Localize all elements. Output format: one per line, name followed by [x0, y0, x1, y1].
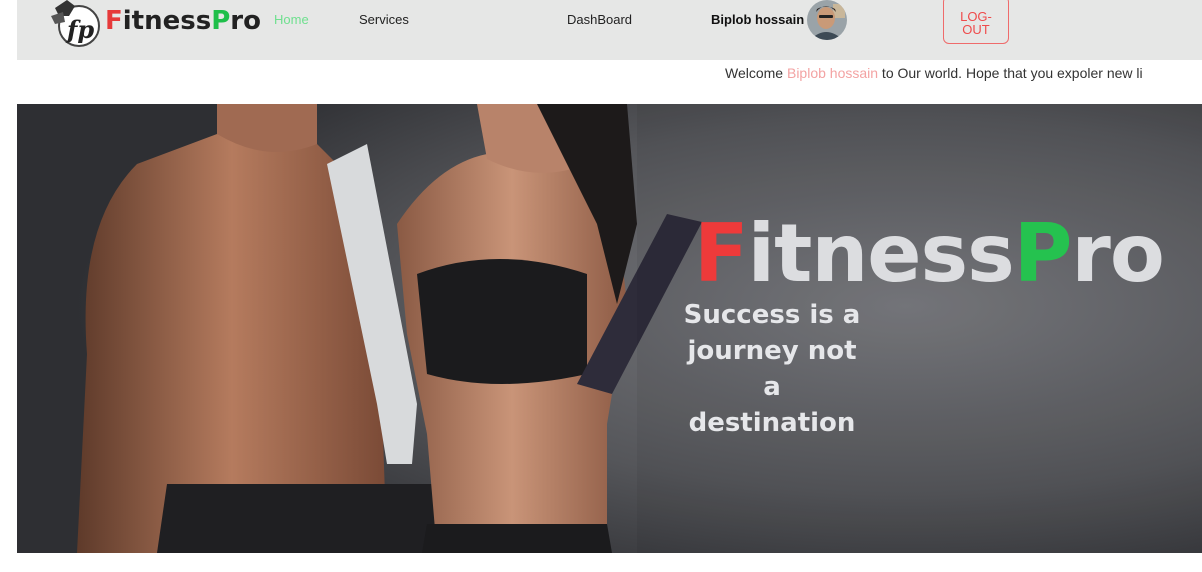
logout-button[interactable]: LOG-OUT: [943, 0, 1009, 44]
logout-label: LOG-OUT: [960, 9, 992, 37]
fp-logo-icon[interactable]: fp: [45, 0, 101, 50]
avatar-image: [807, 0, 847, 40]
nav-services-link[interactable]: Services: [359, 12, 409, 28]
welcome-suffix: to Our world. Hope that you expoler new …: [878, 65, 1143, 81]
hero-title-letter-f: F: [694, 207, 749, 300]
user-name: Biplob hossain: [711, 12, 805, 27]
navbar: fp FitnessPro Home Services DashBoard Bi…: [17, 0, 1202, 60]
hero-banner: FitnessPro Success is a journey not a de…: [17, 104, 1202, 553]
welcome-user-name: Biplob hossain: [786, 65, 879, 81]
welcome-prefix: Welcome: [725, 65, 787, 81]
brand-letter-p: P: [211, 6, 231, 36]
hero-title-last: ro: [1071, 207, 1164, 300]
brand-mid: itness: [122, 6, 212, 36]
welcome-marquee: Welcome Biplob hossain to Our world. Hop…: [725, 64, 1143, 82]
svg-text:fp: fp: [65, 15, 94, 44]
hero-fitness-couple-image: [17, 104, 1202, 553]
hero-title-letter-p: P: [1013, 207, 1073, 300]
brand-last: ro: [230, 6, 261, 36]
hero-title-mid: itness: [747, 207, 1015, 300]
hero-title: FitnessPro: [694, 204, 1165, 304]
nav-dashboard-link[interactable]: DashBoard: [567, 12, 632, 28]
brand-letter-f: F: [105, 6, 123, 36]
hero-tagline: Success is a journey not a destination: [683, 300, 861, 438]
brand-name[interactable]: FitnessPro: [105, 3, 261, 39]
user-avatar[interactable]: [807, 0, 847, 40]
nav-home-link[interactable]: Home: [274, 12, 309, 28]
